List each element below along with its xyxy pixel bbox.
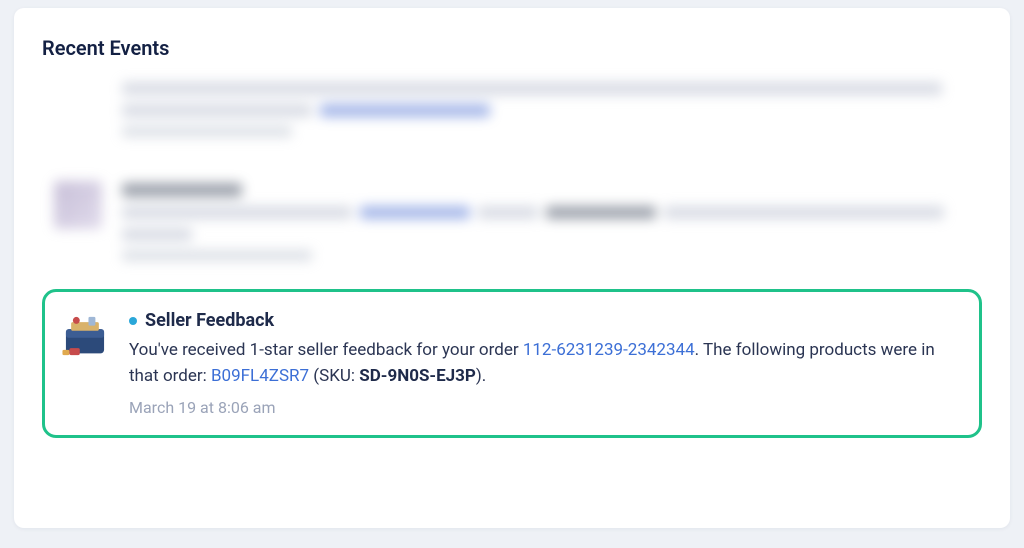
event-timestamp: March 19 at 8:06 am bbox=[129, 398, 959, 417]
event-title-row: Seller Feedback bbox=[129, 310, 959, 331]
event-title: Seller Feedback bbox=[145, 310, 274, 331]
event-row-highlighted[interactable]: Seller Feedback You've received 1-star s… bbox=[42, 289, 982, 438]
event-description: You've received 1-star seller feedback f… bbox=[129, 337, 959, 390]
event-text-part: (SKU: bbox=[309, 366, 359, 386]
event-text-part: ). bbox=[476, 366, 486, 386]
events-list: Seller Feedback You've received 1-star s… bbox=[42, 72, 982, 438]
event-row-blurred bbox=[42, 76, 982, 141]
event-text-part: You've received 1-star seller feedback f… bbox=[129, 340, 523, 360]
seller-feedback-box-icon bbox=[59, 310, 111, 362]
event-avatar-placeholder bbox=[54, 181, 102, 229]
event-body: Seller Feedback You've received 1-star s… bbox=[129, 310, 959, 417]
event-body-blurred bbox=[122, 181, 970, 261]
recent-events-card: Recent Events bbox=[14, 8, 1010, 528]
event-body-blurred bbox=[122, 80, 970, 137]
unread-dot-icon bbox=[129, 317, 137, 325]
panel-title: Recent Events bbox=[42, 36, 982, 60]
event-avatar-placeholder bbox=[54, 80, 102, 128]
order-link[interactable]: 112-6231239-2342344 bbox=[523, 340, 695, 360]
event-row-blurred bbox=[42, 177, 982, 265]
asin-link[interactable]: B09FL4ZSR7 bbox=[211, 366, 309, 386]
sku-value: SD-9N0S-EJ3P bbox=[359, 366, 476, 386]
